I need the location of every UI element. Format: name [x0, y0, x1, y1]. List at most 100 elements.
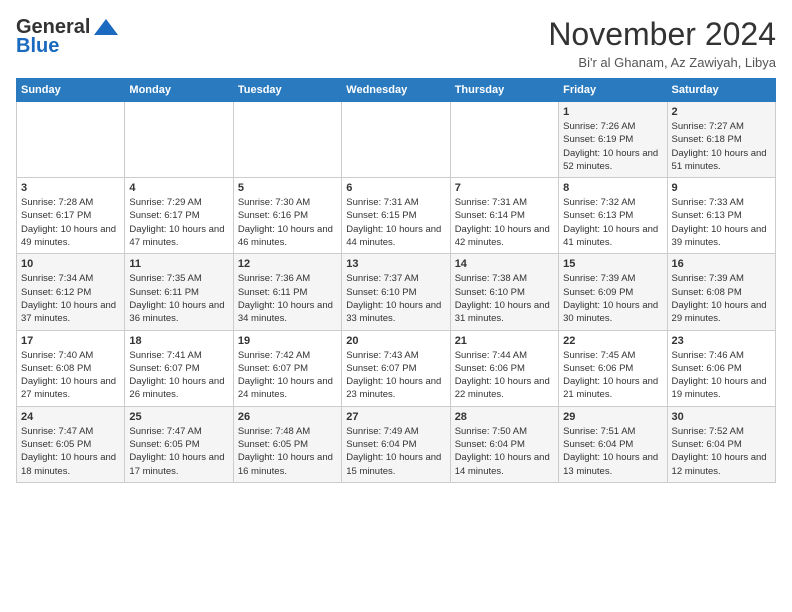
day-cell: 18 Sunrise: 7:41 AMSunset: 6:07 PMDayligh… — [125, 330, 233, 406]
day-cell: 20Sunrise: 7:43 AMSunset: 6:07 PMDayligh… — [342, 330, 450, 406]
page-header: General Blue November 2024 Bi'r al Ghana… — [16, 16, 776, 70]
day-number: 2 — [672, 106, 771, 118]
day-cell: 2 Sunrise: 7:27 AMSunset: 6:18 PMDaylight… — [667, 102, 775, 178]
day-info: Sunrise: 7:51 AMSunset: 6:04 PMDaylight:… — [563, 425, 662, 478]
day-number: 21 — [455, 335, 554, 347]
day-info: Sunrise: 7:36 AMSunset: 6:11 PMDaylight:… — [238, 272, 337, 325]
day-cell — [125, 102, 233, 178]
day-info: Sunrise: 7:27 AMSunset: 6:18 PMDaylight:… — [672, 120, 771, 173]
day-cell: 17 Sunrise: 7:40 AMSunset: 6:08 PMDayligh… — [17, 330, 125, 406]
day-info: Sunrise: 7:31 AMSunset: 6:15 PMDaylight:… — [346, 196, 445, 249]
week-row-5: 24 Sunrise: 7:47 AMSunset: 6:05 PMDayligh… — [17, 406, 776, 482]
day-info: Sunrise: 7:30 AMSunset: 6:16 PMDaylight:… — [238, 196, 337, 249]
week-row-3: 10Sunrise: 7:34 AMSunset: 6:12 PMDayligh… — [17, 254, 776, 330]
day-cell: 7 Sunrise: 7:31 AMSunset: 6:14 PMDaylight… — [450, 178, 558, 254]
day-header-thursday: Thursday — [450, 79, 558, 102]
day-number: 22 — [563, 335, 662, 347]
calendar-header: SundayMondayTuesdayWednesdayThursdayFrid… — [17, 79, 776, 102]
day-number: 9 — [672, 182, 771, 194]
day-header-tuesday: Tuesday — [233, 79, 341, 102]
day-info: Sunrise: 7:38 AMSunset: 6:10 PMDaylight:… — [455, 272, 554, 325]
day-info: Sunrise: 7:45 AMSunset: 6:06 PMDaylight:… — [563, 349, 662, 402]
day-cell: 4 Sunrise: 7:29 AMSunset: 6:17 PMDaylight… — [125, 178, 233, 254]
day-cell: 30 Sunrise: 7:52 AMSunset: 6:04 PMDayligh… — [667, 406, 775, 482]
day-cell: 27Sunrise: 7:49 AMSunset: 6:04 PMDayligh… — [342, 406, 450, 482]
header-row: SundayMondayTuesdayWednesdayThursdayFrid… — [17, 79, 776, 102]
day-number: 12 — [238, 258, 337, 270]
day-info: Sunrise: 7:52 AMSunset: 6:04 PMDaylight:… — [672, 425, 771, 478]
week-row-1: 1 Sunrise: 7:26 AMSunset: 6:19 PMDaylight… — [17, 102, 776, 178]
day-info: Sunrise: 7:39 AMSunset: 6:09 PMDaylight:… — [563, 272, 662, 325]
day-number: 7 — [455, 182, 554, 194]
day-cell: 5 Sunrise: 7:30 AMSunset: 6:16 PMDaylight… — [233, 178, 341, 254]
day-info: Sunrise: 7:46 AMSunset: 6:06 PMDaylight:… — [672, 349, 771, 402]
day-number: 6 — [346, 182, 445, 194]
logo-blue: Blue — [16, 35, 59, 58]
day-cell — [17, 102, 125, 178]
week-row-2: 3 Sunrise: 7:28 AMSunset: 6:17 PMDaylight… — [17, 178, 776, 254]
title-section: November 2024 Bi'r al Ghanam, Az Zawiyah… — [548, 16, 776, 70]
day-header-saturday: Saturday — [667, 79, 775, 102]
day-info: Sunrise: 7:47 AMSunset: 6:05 PMDaylight:… — [21, 425, 120, 478]
day-number: 15 — [563, 258, 662, 270]
day-info: Sunrise: 7:41 AMSunset: 6:07 PMDaylight:… — [129, 349, 228, 402]
day-number: 11 — [129, 258, 228, 270]
day-cell: 21Sunrise: 7:44 AMSunset: 6:06 PMDayligh… — [450, 330, 558, 406]
day-cell: 11 Sunrise: 7:35 AMSunset: 6:11 PMDayligh… — [125, 254, 233, 330]
day-cell: 28Sunrise: 7:50 AMSunset: 6:04 PMDayligh… — [450, 406, 558, 482]
day-info: Sunrise: 7:29 AMSunset: 6:17 PMDaylight:… — [129, 196, 228, 249]
day-cell: 16Sunrise: 7:39 AMSunset: 6:08 PMDayligh… — [667, 254, 775, 330]
month-title: November 2024 — [548, 16, 776, 53]
day-info: Sunrise: 7:35 AMSunset: 6:11 PMDaylight:… — [129, 272, 228, 325]
location: Bi'r al Ghanam, Az Zawiyah, Libya — [548, 55, 776, 70]
day-cell: 29 Sunrise: 7:51 AMSunset: 6:04 PMDayligh… — [559, 406, 667, 482]
day-number: 4 — [129, 182, 228, 194]
logo-icon — [92, 17, 120, 39]
day-info: Sunrise: 7:47 AMSunset: 6:05 PMDaylight:… — [129, 425, 228, 478]
day-number: 26 — [238, 411, 337, 423]
day-number: 27 — [346, 411, 445, 423]
day-cell: 25Sunrise: 7:47 AMSunset: 6:05 PMDayligh… — [125, 406, 233, 482]
day-header-monday: Monday — [125, 79, 233, 102]
day-info: Sunrise: 7:26 AMSunset: 6:19 PMDaylight:… — [563, 120, 662, 173]
day-cell — [342, 102, 450, 178]
day-cell: 22 Sunrise: 7:45 AMSunset: 6:06 PMDayligh… — [559, 330, 667, 406]
day-cell: 12 Sunrise: 7:36 AMSunset: 6:11 PMDayligh… — [233, 254, 341, 330]
day-cell: 26 Sunrise: 7:48 AMSunset: 6:05 PMDayligh… — [233, 406, 341, 482]
day-cell — [450, 102, 558, 178]
day-cell: 23 Sunrise: 7:46 AMSunset: 6:06 PMDayligh… — [667, 330, 775, 406]
day-info: Sunrise: 7:32 AMSunset: 6:13 PMDaylight:… — [563, 196, 662, 249]
day-number: 30 — [672, 411, 771, 423]
day-cell: 13Sunrise: 7:37 AMSunset: 6:10 PMDayligh… — [342, 254, 450, 330]
day-cell: 14 Sunrise: 7:38 AMSunset: 6:10 PMDayligh… — [450, 254, 558, 330]
day-number: 20 — [346, 335, 445, 347]
day-cell: 10Sunrise: 7:34 AMSunset: 6:12 PMDayligh… — [17, 254, 125, 330]
day-number: 3 — [21, 182, 120, 194]
day-number: 16 — [672, 258, 771, 270]
day-info: Sunrise: 7:40 AMSunset: 6:08 PMDaylight:… — [21, 349, 120, 402]
day-info: Sunrise: 7:33 AMSunset: 6:13 PMDaylight:… — [672, 196, 771, 249]
day-cell: 6 Sunrise: 7:31 AMSunset: 6:15 PMDaylight… — [342, 178, 450, 254]
day-number: 17 — [21, 335, 120, 347]
day-cell: 9 Sunrise: 7:33 AMSunset: 6:13 PMDaylight… — [667, 178, 775, 254]
day-number: 19 — [238, 335, 337, 347]
day-info: Sunrise: 7:28 AMSunset: 6:17 PMDaylight:… — [21, 196, 120, 249]
day-number: 18 — [129, 335, 228, 347]
day-header-sunday: Sunday — [17, 79, 125, 102]
day-number: 23 — [672, 335, 771, 347]
calendar-body: 1 Sunrise: 7:26 AMSunset: 6:19 PMDaylight… — [17, 102, 776, 483]
logo: General Blue — [16, 16, 120, 58]
day-info: Sunrise: 7:31 AMSunset: 6:14 PMDaylight:… — [455, 196, 554, 249]
day-number: 13 — [346, 258, 445, 270]
day-number: 5 — [238, 182, 337, 194]
day-info: Sunrise: 7:34 AMSunset: 6:12 PMDaylight:… — [21, 272, 120, 325]
day-number: 24 — [21, 411, 120, 423]
day-cell: 3 Sunrise: 7:28 AMSunset: 6:17 PMDaylight… — [17, 178, 125, 254]
day-cell: 15 Sunrise: 7:39 AMSunset: 6:09 PMDayligh… — [559, 254, 667, 330]
day-number: 29 — [563, 411, 662, 423]
day-number: 28 — [455, 411, 554, 423]
day-cell — [233, 102, 341, 178]
day-info: Sunrise: 7:48 AMSunset: 6:05 PMDaylight:… — [238, 425, 337, 478]
day-number: 1 — [563, 106, 662, 118]
day-number: 14 — [455, 258, 554, 270]
